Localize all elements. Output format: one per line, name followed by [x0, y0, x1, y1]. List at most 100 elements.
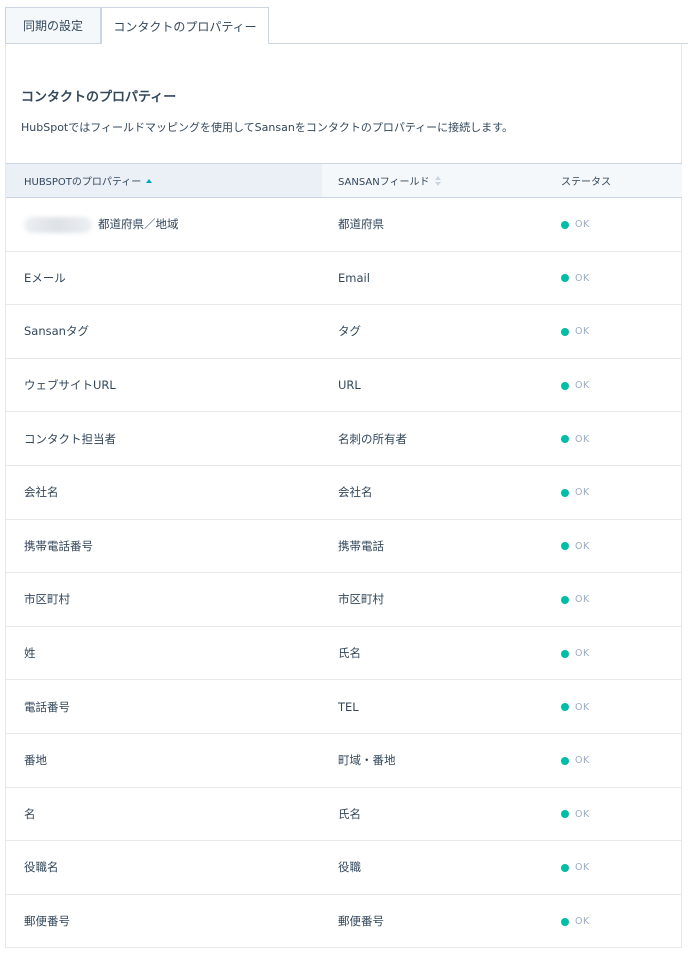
sansan-field: 郵便番号 — [338, 914, 384, 929]
table-row: 携帯電話番号 携帯電話 OK — [6, 519, 682, 574]
sansan-field: 都道府県 — [338, 217, 384, 232]
status-dot-icon — [561, 220, 569, 229]
status-dot-icon — [561, 327, 569, 336]
status-cell: OK — [542, 197, 682, 252]
hubspot-property-cell: 姓 — [6, 626, 322, 681]
hubspot-property-cell: 番地 — [6, 733, 322, 788]
hubspot-property: 姓 — [24, 646, 36, 661]
sansan-field-cell: 町域・番地 — [322, 733, 542, 788]
hubspot-property: 都道府県／地域 — [98, 217, 179, 232]
status-text: OK — [575, 755, 590, 767]
status-cell: OK — [542, 626, 682, 681]
sansan-field-cell: 名刺の所有者 — [322, 411, 542, 466]
column-header-label: ステータス — [561, 177, 611, 188]
status-cell: OK — [542, 733, 682, 788]
sort-ascending-icon[interactable] — [146, 179, 153, 183]
status-dot-icon — [561, 810, 569, 819]
status-cell: OK — [542, 894, 682, 949]
sansan-field-cell: TEL — [322, 679, 542, 734]
hubspot-property-cell: Sansanタグ — [6, 304, 322, 359]
sansan-field-cell: 氏名 — [322, 626, 542, 681]
table-row: ウェブサイトURL URL OK — [6, 358, 682, 413]
sansan-field: 役職 — [338, 860, 361, 875]
table-row: Sansanタグ タグ OK — [6, 304, 682, 359]
status-text: OK — [575, 862, 590, 874]
column-header-hubspot[interactable]: HUBSPOTのプロパティー — [6, 163, 322, 198]
hubspot-property-cell: 市区町村 — [6, 572, 322, 627]
status-text: OK — [575, 326, 590, 338]
sansan-field: タグ — [338, 324, 361, 339]
property-mapping-table: HUBSPOTのプロパティー SANSANフィールド ステータス 都道府県／地域… — [6, 163, 682, 949]
hubspot-property-cell: 郵便番号 — [6, 894, 322, 949]
status-text: OK — [575, 272, 590, 284]
sansan-field: TEL — [338, 699, 359, 714]
tab-contact-properties[interactable]: コンタクトのプロパティー — [101, 7, 269, 44]
status-cell: OK — [542, 679, 682, 734]
sansan-field-cell: 会社名 — [322, 465, 542, 520]
table-row: 市区町村 市区町村 OK — [6, 572, 682, 627]
tab-label: 同期の設定 — [22, 19, 83, 33]
status-cell: OK — [542, 304, 682, 359]
sansan-field: 会社名 — [338, 485, 373, 500]
sansan-field-cell: 市区町村 — [322, 572, 542, 627]
status-cell: OK — [542, 787, 682, 842]
sansan-field-cell: Email — [322, 251, 542, 306]
status-dot-icon — [561, 863, 569, 872]
section-title: コンタクトのプロパティー — [21, 90, 177, 105]
status-cell: OK — [542, 411, 682, 466]
status-dot-icon — [561, 435, 569, 444]
column-header-status: ステータス — [542, 163, 682, 198]
status-cell: OK — [542, 572, 682, 627]
status-text: OK — [575, 916, 590, 928]
hubspot-property-cell: ウェブサイトURL — [6, 358, 322, 413]
sansan-field: 携帯電話 — [338, 538, 384, 553]
table-row: コンタクト担当者 名刺の所有者 OK — [6, 411, 682, 466]
status-cell: OK — [542, 358, 682, 413]
sansan-field-cell: 郵便番号 — [322, 894, 542, 949]
sansan-field-cell: 氏名 — [322, 787, 542, 842]
tab-sync-settings[interactable]: 同期の設定 — [5, 7, 101, 43]
sort-neutral-icon[interactable] — [434, 176, 442, 186]
hubspot-property: コンタクト担当者 — [24, 431, 116, 446]
status-cell: OK — [542, 251, 682, 306]
column-header-sansan[interactable]: SANSANフィールド — [322, 163, 542, 198]
hubspot-property: 郵便番号 — [24, 914, 70, 929]
sansan-field-cell: 携帯電話 — [322, 519, 542, 574]
column-header-label: SANSANフィールド — [338, 177, 430, 188]
status-cell: OK — [542, 519, 682, 574]
sansan-field: URL — [338, 378, 361, 393]
status-text: OK — [575, 808, 590, 820]
status-text: OK — [575, 487, 590, 499]
status-dot-icon — [561, 381, 569, 390]
sansan-field: 名刺の所有者 — [338, 431, 407, 446]
status-dot-icon — [561, 488, 569, 497]
status-text: OK — [575, 648, 590, 660]
status-text: OK — [575, 380, 590, 392]
status-dot-icon — [561, 917, 569, 926]
status-dot-icon — [561, 274, 569, 283]
status-dot-icon — [561, 542, 569, 551]
section-description: HubSpotではフィールドマッピングを使用してSansanをコンタクトのプロパ… — [21, 121, 514, 134]
sansan-field-cell: タグ — [322, 304, 542, 359]
sansan-field: 町域・番地 — [338, 753, 396, 768]
sansan-field: 市区町村 — [338, 592, 384, 607]
table-row: 姓 氏名 OK — [6, 626, 682, 681]
column-header-label: HUBSPOTのプロパティー — [24, 177, 142, 188]
hubspot-property-cell: コンタクト担当者 — [6, 411, 322, 466]
status-text: OK — [575, 433, 590, 445]
sansan-field: 氏名 — [338, 806, 361, 821]
hubspot-property-cell: 電話番号 — [6, 679, 322, 734]
redacted-text — [24, 216, 92, 233]
hubspot-property: 会社名 — [24, 485, 59, 500]
table-row: 名 氏名 OK — [6, 787, 682, 842]
sansan-field: Email — [338, 270, 370, 285]
status-cell: OK — [542, 465, 682, 520]
table-row: 会社名 会社名 OK — [6, 465, 682, 520]
status-text: OK — [575, 219, 590, 231]
sansan-field: 氏名 — [338, 646, 361, 661]
status-text: OK — [575, 594, 590, 606]
status-dot-icon — [561, 595, 569, 604]
hubspot-property: Eメール — [24, 270, 66, 285]
table-row: Eメール Email OK — [6, 251, 682, 306]
status-dot-icon — [561, 756, 569, 765]
